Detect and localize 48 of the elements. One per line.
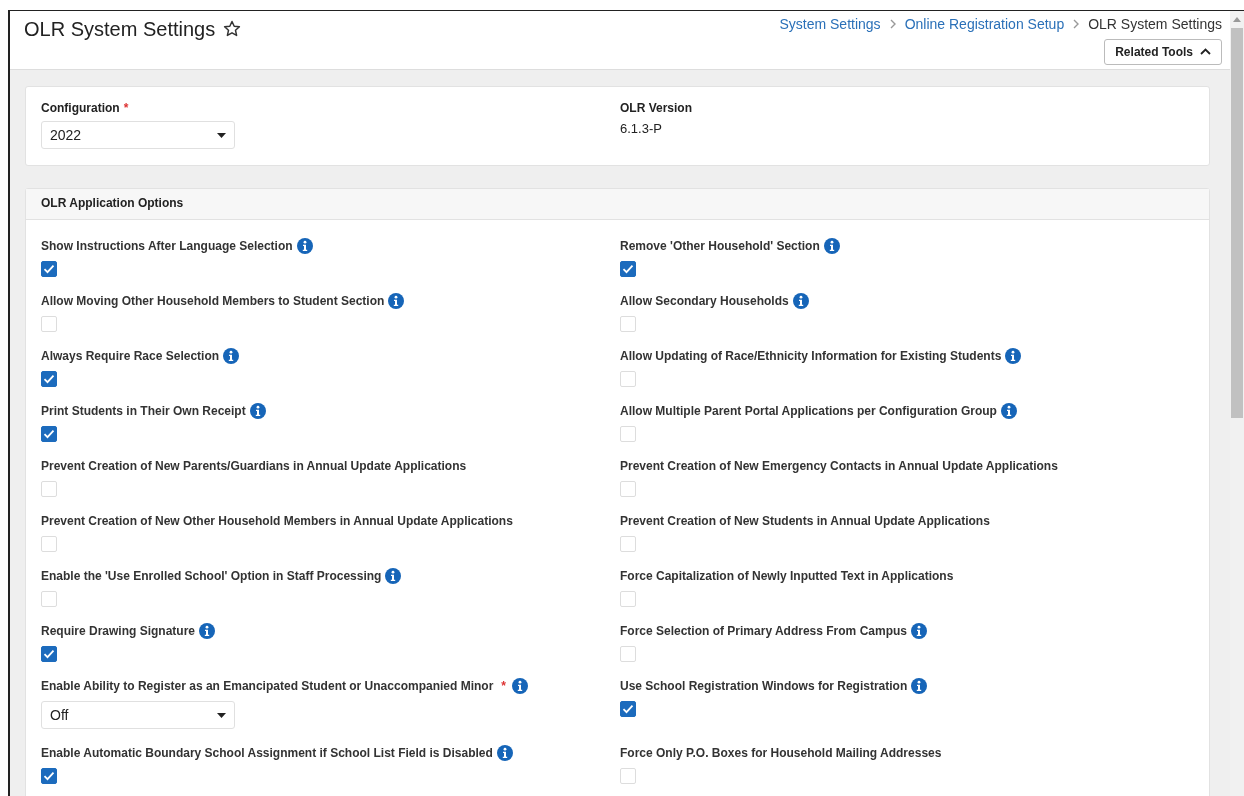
- option-label: Enable Ability to Register as an Emancipated Student or Unaccompanied Minor: [41, 679, 494, 693]
- scroll-up-icon[interactable]: [1233, 17, 1241, 22]
- option-label: Prevent Creation of New Parents/Guardians in Annual Update Applications: [41, 459, 467, 473]
- option-label: Force Only P.O. Boxes for Household Mailing Addresses: [620, 746, 942, 760]
- option-label: Enable Automatic Boundary School Assignment if School List Field is Disabled: [41, 746, 493, 760]
- option-label: Allow Secondary Households: [620, 294, 789, 308]
- option-label: Allow Updating of Race/Ethnicity Information for Existing Students: [620, 349, 1002, 363]
- option-label: Remove 'Other Household' Section: [620, 239, 820, 253]
- chevron-right-icon: [1072, 19, 1081, 29]
- option-label: Show Instructions After Language Selection: [41, 239, 293, 253]
- breadcrumb-current: OLR System Settings: [1088, 16, 1222, 32]
- option-label: Require Drawing Signature: [41, 624, 196, 638]
- required-marker: *: [123, 101, 129, 115]
- breadcrumb-link[interactable]: Online Registration Setup: [904, 16, 1065, 32]
- option-label: Prevent Creation of New Emergency Contacts in Annual Update Applications: [620, 459, 1058, 473]
- required-marker: *: [501, 679, 506, 693]
- version-value: 6.1.3-P: [620, 121, 663, 136]
- option-label: Allow Multiple Parent Portal Applications per Configuration Group: [620, 404, 997, 418]
- option-dropdown[interactable]: Off: [41, 701, 235, 729]
- field-label: Configuration: [41, 101, 120, 115]
- option-label: Allow Moving Other Household Members to Student Section: [41, 294, 385, 308]
- option-label: Use School Registration Windows for Registration: [620, 679, 908, 693]
- related-tools-button[interactable]: Related Tools: [1104, 39, 1222, 65]
- checkbox[interactable]: [41, 371, 57, 387]
- section-header: OLR Application Options: [26, 189, 1209, 220]
- dropdown-arrow-icon: [217, 132, 226, 138]
- configuration-dropdown[interactable]: 2022: [41, 121, 235, 149]
- checkbox[interactable]: [41, 426, 57, 442]
- scrollbar-thumb[interactable]: [1231, 28, 1243, 418]
- checkbox[interactable]: [41, 768, 57, 784]
- scrollbar[interactable]: [1230, 11, 1244, 796]
- star-icon[interactable]: [223, 20, 242, 38]
- checkbox[interactable]: [41, 261, 57, 277]
- breadcrumb-link[interactable]: System Settings: [779, 16, 881, 32]
- option-label: Force Capitalization of Newly Inputted Text in Applications: [620, 569, 954, 583]
- field-label: OLR Version: [620, 101, 694, 115]
- option-label: Prevent Creation of New Other Household Members in Annual Update Applications: [41, 514, 513, 528]
- checkbox[interactable]: [41, 646, 57, 662]
- option-label: Enable the 'Use Enrolled School' Option in Staff Processing: [41, 569, 382, 583]
- chevron-right-icon: [888, 19, 897, 29]
- option-label: Always Require Race Selection: [41, 349, 220, 363]
- page-title: OLR System Settings: [24, 17, 216, 41]
- option-label: Print Students in Their Own Receipt: [41, 404, 246, 418]
- checkbox[interactable]: [620, 261, 636, 277]
- option-label: Prevent Creation of New Students in Annual Update Applications: [620, 514, 990, 528]
- option-label: Force Selection of Primary Address From Campus: [620, 624, 907, 638]
- dropdown-arrow-icon: [217, 712, 226, 718]
- checkbox[interactable]: [620, 701, 636, 717]
